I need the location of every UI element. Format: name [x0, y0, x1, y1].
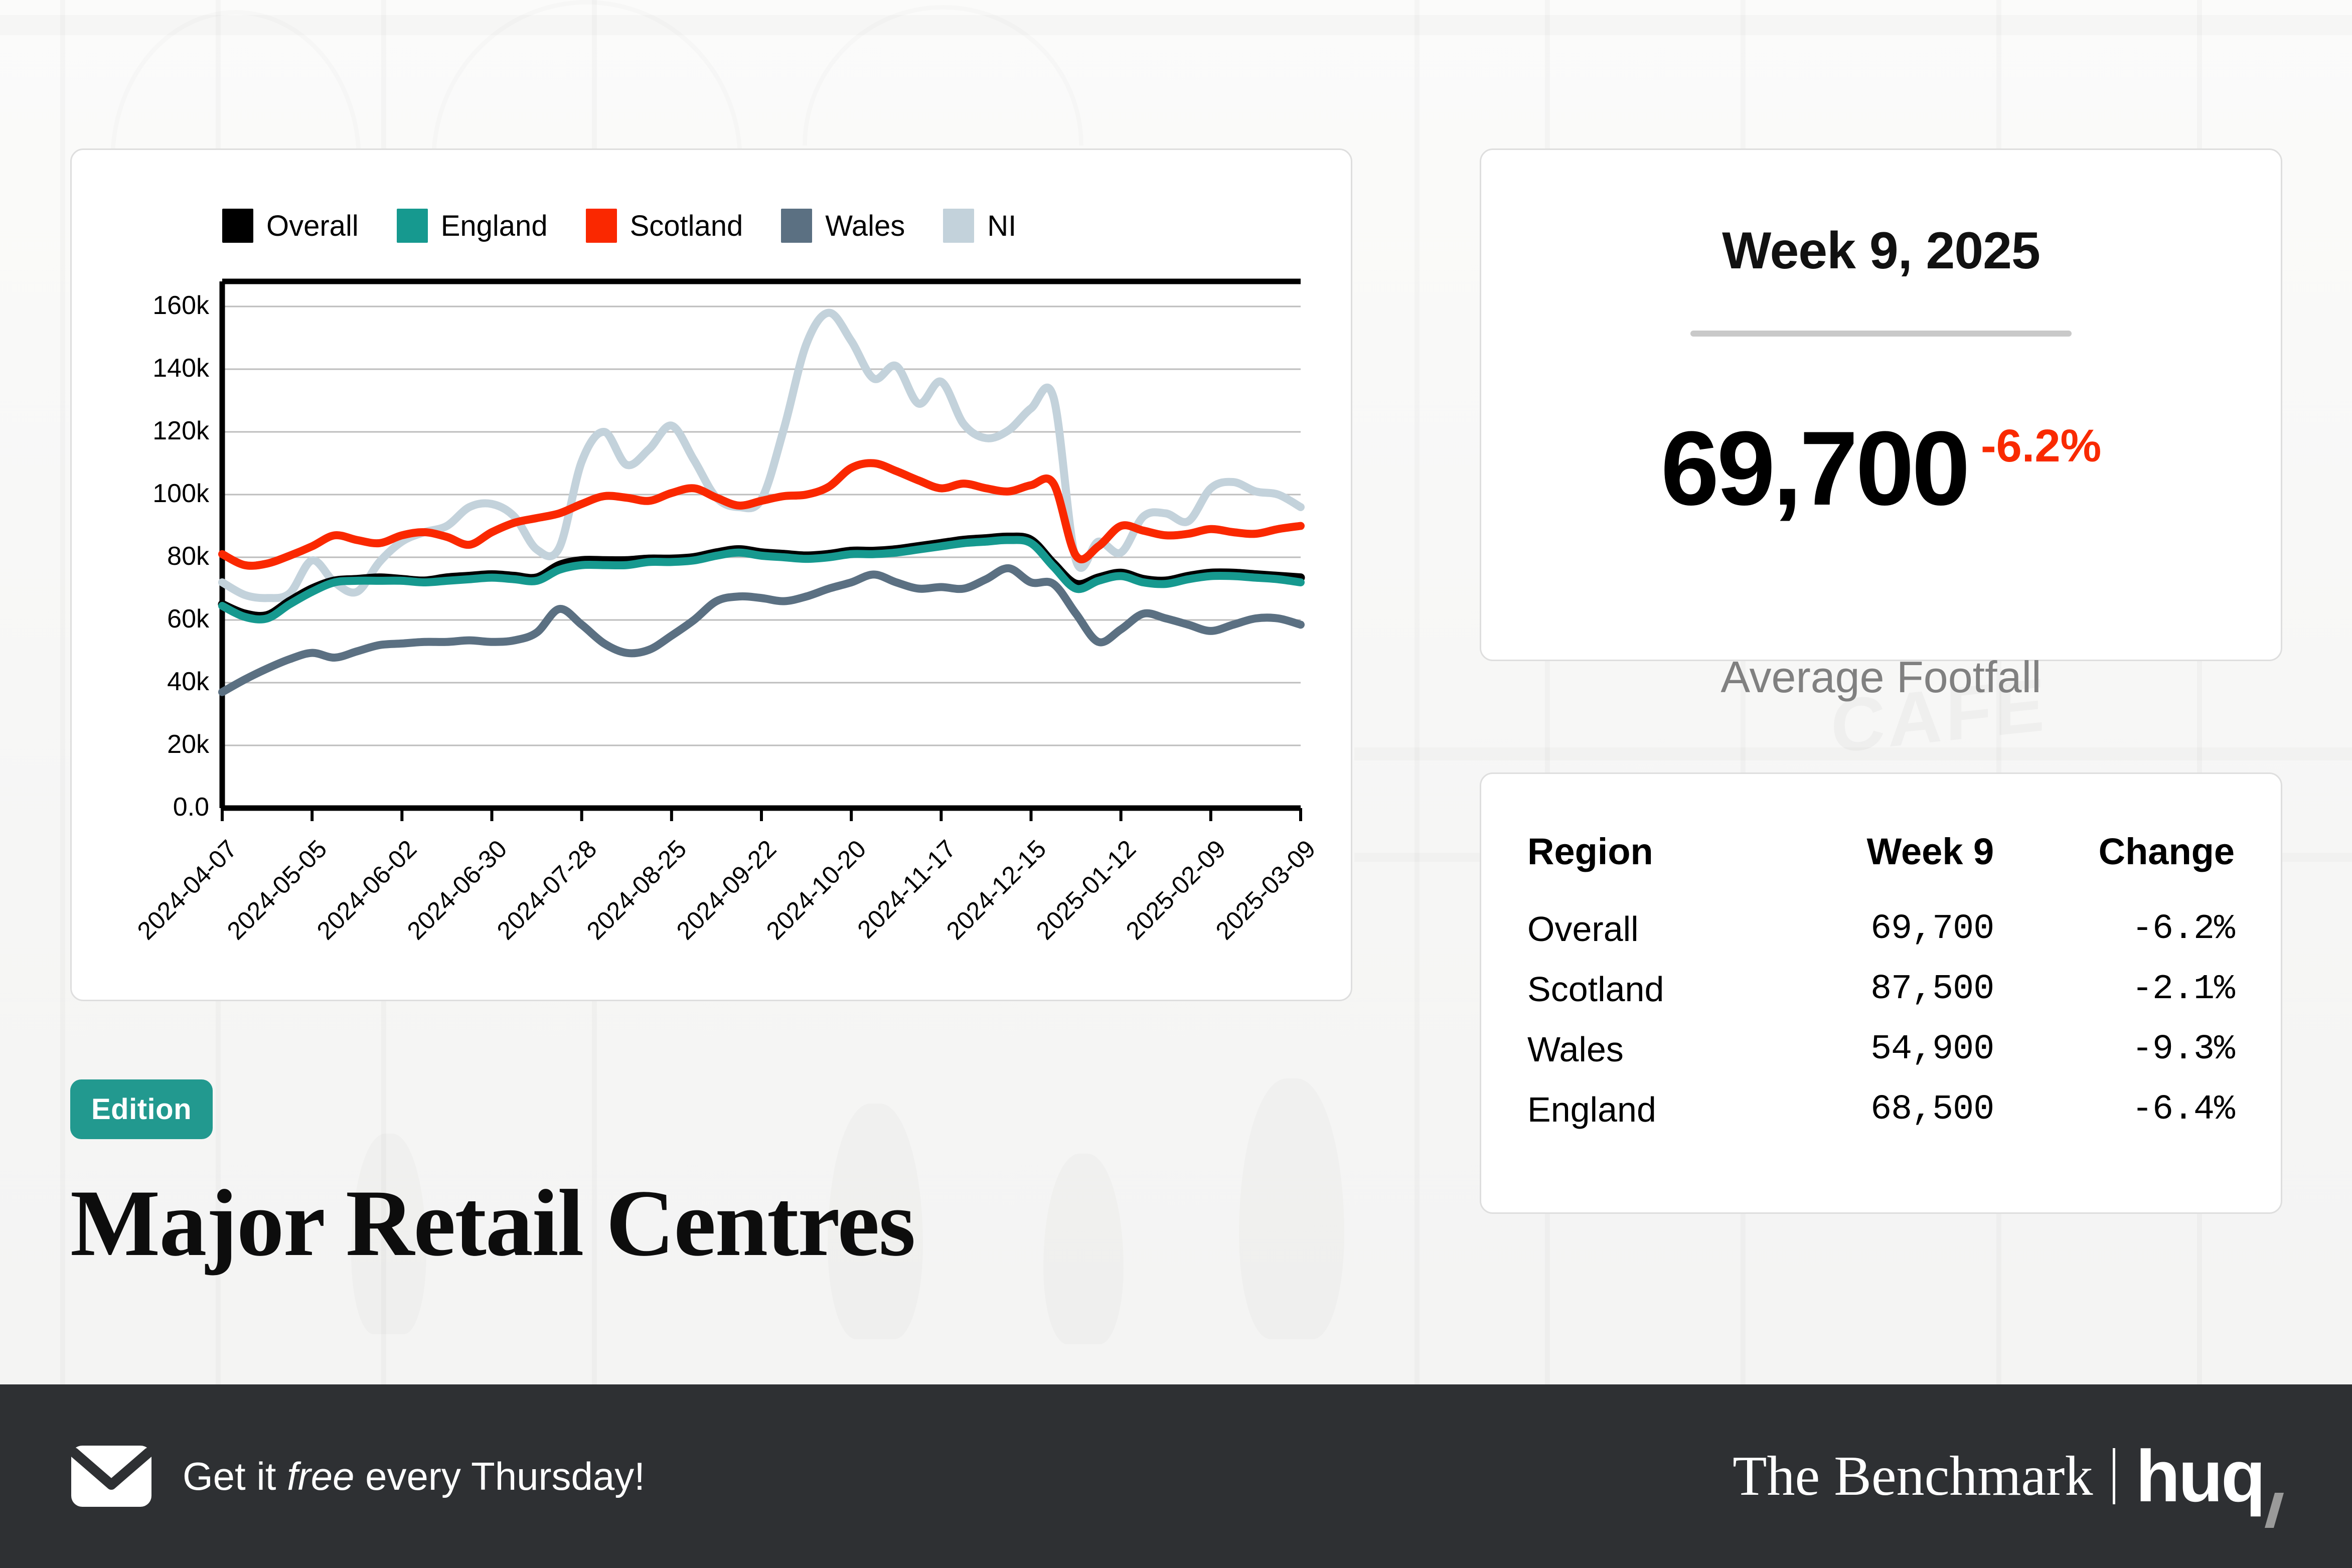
- table-row: Wales 54,900 -9.3%: [1527, 1019, 2235, 1079]
- footer-bar: Get it free every Thursday! The Benchmar…: [0, 1384, 2352, 1568]
- change-value: -9.3%: [2131, 1029, 2235, 1069]
- footer-cta-suffix: every Thursday!: [354, 1454, 645, 1498]
- chart-ytick-label: 100k: [152, 479, 209, 508]
- table-header-row: Region Week 9 Change: [1527, 830, 2235, 899]
- change-value: -6.2%: [2131, 909, 2235, 949]
- footer-cta-prefix: Get it: [183, 1454, 287, 1498]
- chart-ytick-label: 140k: [152, 354, 209, 383]
- page-title: Major Retail Centres: [70, 1171, 916, 1276]
- change-value: -2.1%: [2131, 969, 2235, 1009]
- chart-svg: [218, 278, 1305, 821]
- infographic-page: Overall England Scotland Wales NI 0.0 20k 40k 6…: [0, 0, 2352, 1568]
- brand-the-benchmark: The Benchmark: [1733, 1445, 2093, 1507]
- chart-line-wales: [218, 564, 1305, 696]
- chart-line-overall: [218, 532, 1305, 620]
- week9-value: 87,500: [1870, 969, 1994, 1009]
- kpi-week-label: Week 9, 2025: [1722, 222, 2041, 280]
- chart-ytick-label: 80k: [167, 542, 209, 571]
- region-table: Region Week 9 Change Overall 69,700 -6.2% S…: [1527, 830, 2235, 1140]
- chart-plot-area: 0.0 20k 40k 60k 80k 100k 120k 140k 160k 2024-04-0…: [72, 150, 1354, 1003]
- brand-separator: [2113, 1448, 2116, 1504]
- kpi-caption: Average Footfall: [1720, 652, 2042, 702]
- edition-badge: Edition: [70, 1079, 213, 1139]
- kpi-divider: [1690, 331, 2072, 337]
- region-name: Overall: [1527, 909, 1639, 949]
- week9-value: 68,500: [1870, 1089, 1994, 1130]
- column-header-week9: Week 9: [1866, 831, 1994, 872]
- column-header-region: Region: [1527, 831, 1653, 872]
- chart-ytick-label: 120k: [152, 416, 209, 445]
- chart-ytick-label: 40k: [167, 667, 209, 696]
- region-name: Wales: [1527, 1030, 1624, 1069]
- chart-ytick-label: 0.0: [173, 793, 209, 822]
- region-name: Scotland: [1527, 970, 1664, 1009]
- headline-kpi-card: Week 9, 2025 69,700 -6.2% Average Footfa…: [1480, 148, 2282, 702]
- kpi-delta-badge: -6.2%: [1980, 420, 2102, 472]
- region-breakdown-card: Region Week 9 Change Overall 69,700 -6.2% S…: [1480, 772, 2282, 1214]
- table-row: England 68,500 -6.4%: [1527, 1079, 2235, 1140]
- chart-ytick-label: 20k: [167, 730, 209, 759]
- brand-huq: huq: [2135, 1435, 2266, 1517]
- kpi-value-row: 69,700 -6.2%: [1481, 416, 2281, 521]
- envelope-icon: [70, 1446, 152, 1507]
- table-row: Overall 69,700 -6.2%: [1527, 899, 2235, 959]
- footer-cta-text: Get it free every Thursday!: [183, 1454, 645, 1499]
- footfall-trend-chart-card: Overall England Scotland Wales NI 0.0 20k 40k 6…: [70, 148, 1352, 1001]
- week9-value: 69,700: [1870, 909, 1994, 949]
- table-row: Scotland 87,500 -2.1%: [1527, 959, 2235, 1019]
- footer-branding: The Benchmark huq: [1733, 1440, 2284, 1528]
- footer-cta-emphasis: free: [287, 1454, 355, 1498]
- region-name: England: [1527, 1090, 1656, 1129]
- huq-slash-icon: [2264, 1493, 2284, 1528]
- week9-value: 54,900: [1870, 1029, 1994, 1069]
- change-value: -6.4%: [2131, 1089, 2235, 1130]
- chart-ytick-label: 160k: [152, 291, 209, 320]
- column-header-change: Change: [2098, 831, 2235, 872]
- kpi-value: 69,700: [1660, 409, 1970, 527]
- brand-huq-wrap: huq: [2135, 1440, 2284, 1528]
- chart-ytick-label: 60k: [167, 604, 209, 634]
- footer-cta: Get it free every Thursday!: [70, 1445, 645, 1508]
